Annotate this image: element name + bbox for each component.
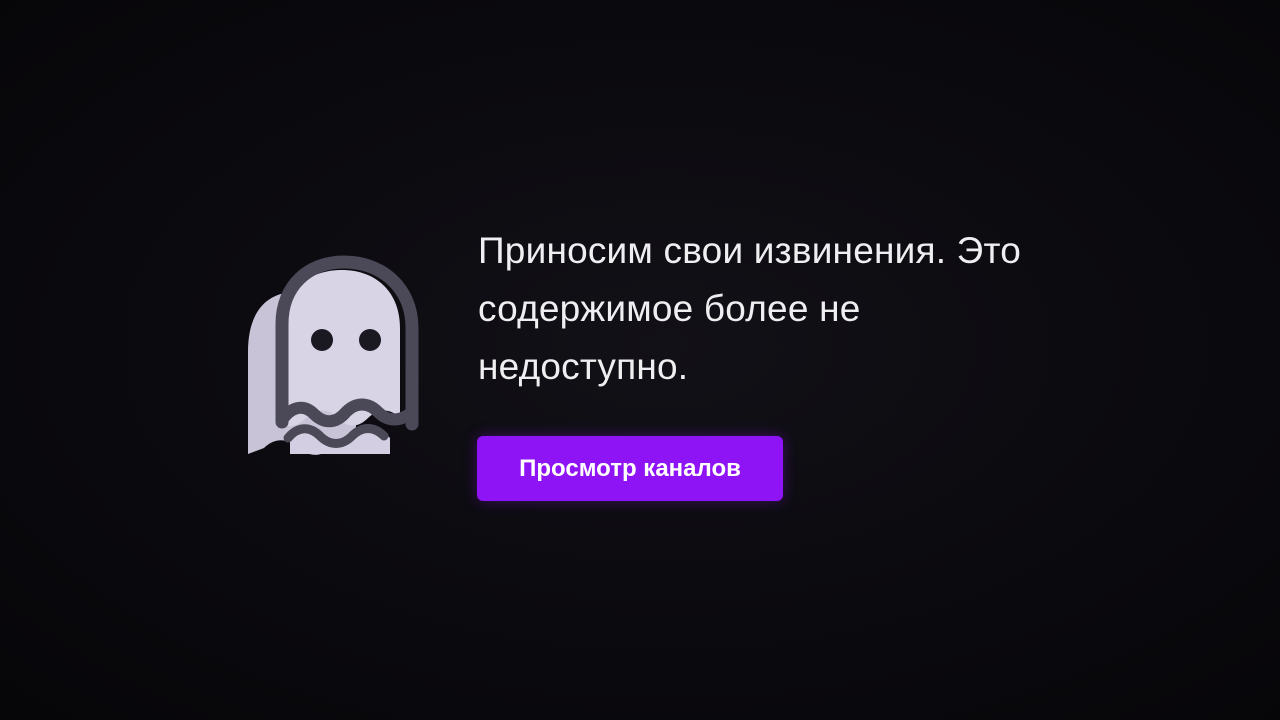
browse-channels-button[interactable]: Просмотр каналов	[477, 436, 783, 501]
content-unavailable-screen: Приносим свои извинения. Это содержимое …	[0, 0, 1280, 720]
ghost-illustration	[244, 252, 428, 456]
ghost-icon	[248, 255, 419, 455]
unavailable-message: Приносим свои извинения. Это содержимое …	[478, 230, 1021, 387]
